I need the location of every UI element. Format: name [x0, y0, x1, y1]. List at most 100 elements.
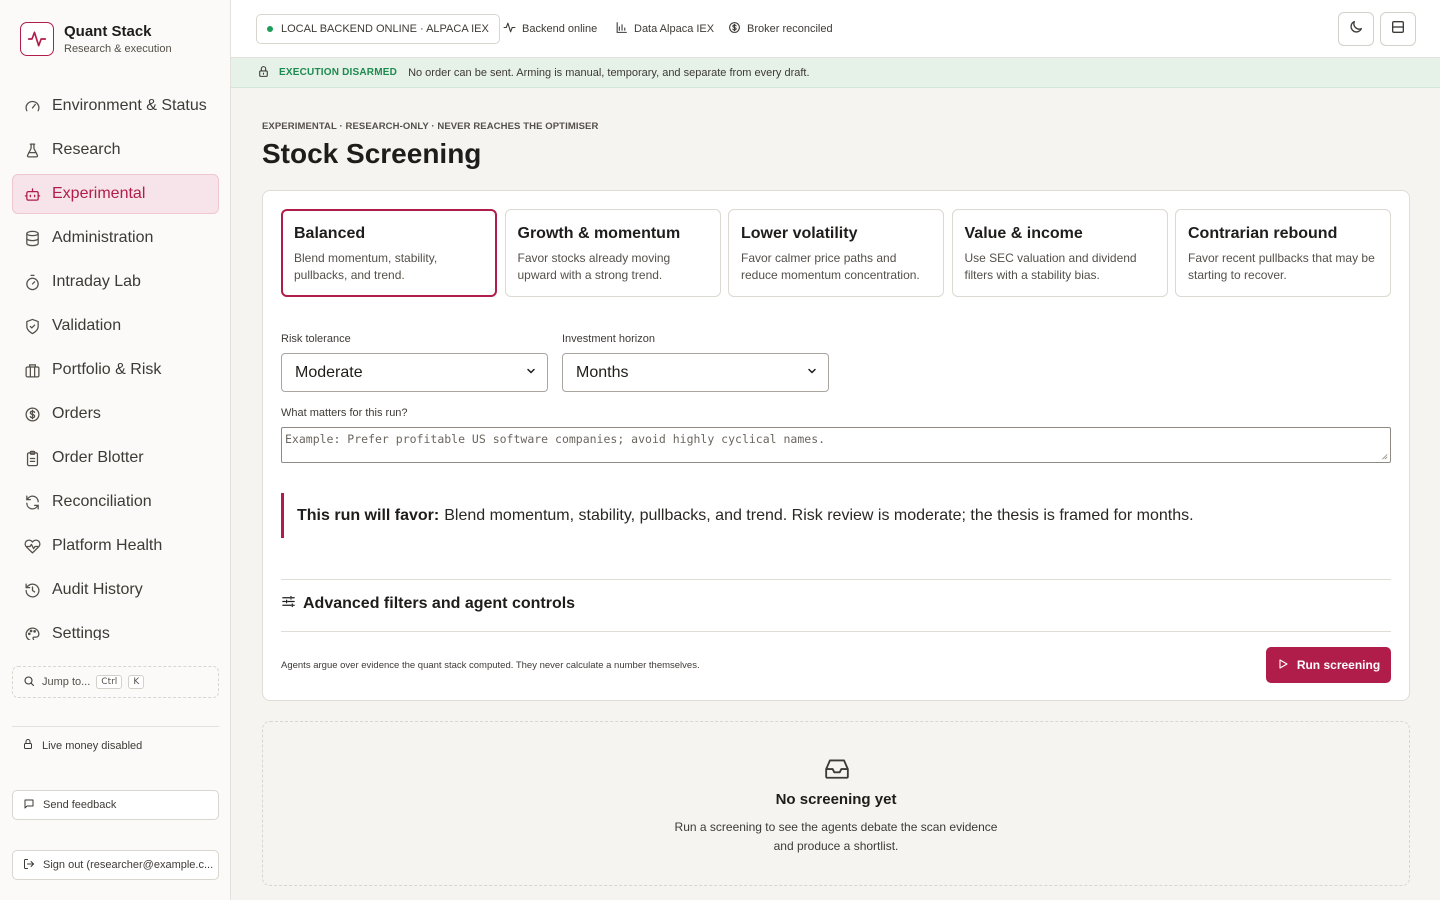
page-eyebrow: EXPERIMENTAL · RESEARCH-ONLY · NEVER REA…: [262, 121, 599, 132]
investment-horizon-select[interactable]: Months: [562, 353, 829, 392]
sidebar-item-intraday-lab[interactable]: Intraday Lab: [12, 262, 219, 302]
send-feedback-label: Send feedback: [43, 799, 117, 811]
bar-chart-icon: [615, 21, 628, 37]
divider: [281, 579, 1391, 580]
sidebar-item-label: Reconciliation: [52, 493, 152, 510]
run-summary-lead: This run will favor:: [297, 506, 440, 524]
sidebar-item-administration[interactable]: Administration: [12, 218, 219, 258]
advanced-filters-toggle[interactable]: Advanced filters and agent controls: [281, 594, 575, 614]
advanced-filters-label: Advanced filters and agent controls: [303, 595, 576, 612]
run-screening-label: Run screening: [1296, 658, 1381, 672]
empty-state-line: Run a screening to see the agents debate…: [674, 820, 998, 834]
theme-toggle-button[interactable]: [1338, 12, 1374, 46]
page-title: Stock Screening: [262, 138, 482, 169]
lock-icon: [257, 65, 270, 81]
history-icon: [23, 581, 41, 599]
run-notes-input[interactable]: Example: Prefer profitable US software c…: [281, 427, 1391, 463]
status-backend: Backend online: [503, 21, 597, 37]
sidebar-item-label: Intraday Lab: [52, 273, 141, 290]
preset-growth-momentum[interactable]: Growth & momentum Favor stocks already m…: [504, 209, 721, 297]
dollar-circle-icon: [728, 21, 741, 37]
status-broker: Broker reconciled: [728, 21, 833, 37]
sidebar-item-label: Validation: [52, 317, 122, 334]
brand[interactable]: Quant Stack Research & execution: [20, 22, 172, 56]
run-summary: This run will favor: Blend momentum, sta…: [281, 493, 1391, 538]
empty-state-title: No screening yet: [775, 791, 897, 808]
screening-panel: Balanced Blend momentum, stability, pull…: [262, 190, 1410, 701]
preset-title: Lower volatility: [741, 225, 858, 242]
sidebar-item-platform-health[interactable]: Platform Health: [12, 526, 219, 566]
resize-handle-icon[interactable]: [1380, 452, 1388, 460]
log-out-icon: [23, 858, 35, 873]
risk-tolerance-value: Moderate: [295, 363, 363, 381]
preset-lower-volatility[interactable]: Lower volatility Favor calmer price path…: [728, 209, 944, 297]
sliders-icon: [281, 594, 296, 614]
status-backend-label: Backend online: [522, 23, 598, 35]
bot-icon: [23, 185, 41, 203]
panel-icon: [1390, 19, 1406, 40]
brand-name: Quant Stack: [64, 22, 152, 40]
inbox-icon: [824, 756, 850, 785]
sidebar-item-reconciliation[interactable]: Reconciliation: [12, 482, 219, 522]
activity-icon: [503, 21, 516, 37]
sidebar-item-portfolio-risk[interactable]: Portfolio & Risk: [12, 350, 219, 390]
sidebar-item-settings[interactable]: Settings: [12, 614, 219, 640]
preset-list: Balanced Blend momentum, stability, pull…: [281, 209, 1391, 297]
sidebar-item-label: Experimental: [52, 185, 146, 202]
brand-subtitle: Research & execution: [64, 42, 172, 55]
top-bar: LOCAL BACKEND ONLINE · ALPACA IEX Backen…: [231, 0, 1440, 58]
sidebar-item-audit-history[interactable]: Audit History: [12, 570, 219, 610]
preset-value-income[interactable]: Value & income Use SEC valuation and div…: [951, 209, 1168, 297]
jump-to-label: Jump to...: [42, 676, 91, 688]
sidebar-item-research[interactable]: Research: [12, 130, 219, 170]
dollar-circle-icon: [23, 405, 41, 423]
sidebar-item-label: Research: [52, 141, 121, 158]
preset-description: Favor stocks already moving upward with …: [517, 251, 671, 282]
activity-logo-icon: [20, 22, 54, 56]
refresh-icon: [23, 493, 41, 511]
risk-tolerance-select[interactable]: Moderate: [281, 353, 548, 392]
sidebar-item-order-blotter[interactable]: Order Blotter: [12, 438, 219, 478]
message-icon: [23, 798, 35, 813]
sidebar-item-environment-status[interactable]: Environment & Status: [12, 86, 219, 126]
jump-to-command[interactable]: Jump to... Ctrl K: [12, 666, 219, 698]
shield-check-icon: [23, 317, 41, 335]
sidebar-item-validation[interactable]: Validation: [12, 306, 219, 346]
divider: [281, 631, 1391, 632]
preset-description: Favor recent pullbacks that may be start…: [1188, 251, 1375, 282]
empty-state: No screening yet Run a screening to see …: [262, 721, 1410, 886]
run-screening-button[interactable]: Run screening: [1266, 647, 1391, 683]
sidebar: Quant Stack Research & execution Environ…: [0, 0, 231, 900]
run-notes-placeholder: Example: Prefer profitable US software c…: [285, 432, 826, 446]
chevron-down-icon: [806, 364, 818, 382]
chevron-down-icon: [525, 364, 537, 382]
database-icon: [23, 229, 41, 247]
run-notes-label: What matters for this run?: [281, 407, 408, 419]
sign-out-button[interactable]: Sign out (researcher@example.c...: [12, 850, 219, 880]
live-money-label: Live money disabled: [42, 739, 143, 752]
briefcase-icon: [23, 361, 41, 379]
status-data: Data Alpaca IEX: [615, 21, 714, 37]
sidebar-item-label: Platform Health: [52, 537, 163, 554]
flask-icon: [23, 141, 41, 159]
preset-balanced[interactable]: Balanced Blend momentum, stability, pull…: [281, 209, 497, 297]
sidebar-item-experimental[interactable]: Experimental: [12, 174, 219, 214]
send-feedback-button[interactable]: Send feedback: [12, 790, 219, 820]
layout-toggle-button[interactable]: [1380, 12, 1416, 46]
investment-horizon-label: Investment horizon: [562, 333, 655, 345]
preset-description: Favor calmer price paths and reduce mome…: [741, 251, 920, 282]
sidebar-item-orders[interactable]: Orders: [12, 394, 219, 434]
sidebar-item-label: Administration: [52, 229, 154, 246]
sidebar-nav: Environment & Status Research Experiment…: [12, 86, 219, 640]
live-money-status: Live money disabled: [22, 738, 142, 753]
investment-horizon-value: Months: [576, 363, 629, 381]
heart-pulse-icon: [23, 537, 41, 555]
preset-contrarian-rebound[interactable]: Contrarian rebound Favor recent pullback…: [1175, 209, 1391, 297]
sidebar-item-label: Audit History: [52, 581, 143, 598]
empty-state-line: and produce a shortlist.: [773, 839, 899, 853]
status-broker-label: Broker reconciled: [747, 23, 833, 35]
sign-out-label: Sign out (researcher@example.c...: [43, 859, 214, 871]
backend-status-label: LOCAL BACKEND ONLINE · ALPACA IEX: [281, 23, 489, 35]
timer-icon: [23, 273, 41, 291]
backend-status-pill[interactable]: LOCAL BACKEND ONLINE · ALPACA IEX: [256, 14, 500, 44]
